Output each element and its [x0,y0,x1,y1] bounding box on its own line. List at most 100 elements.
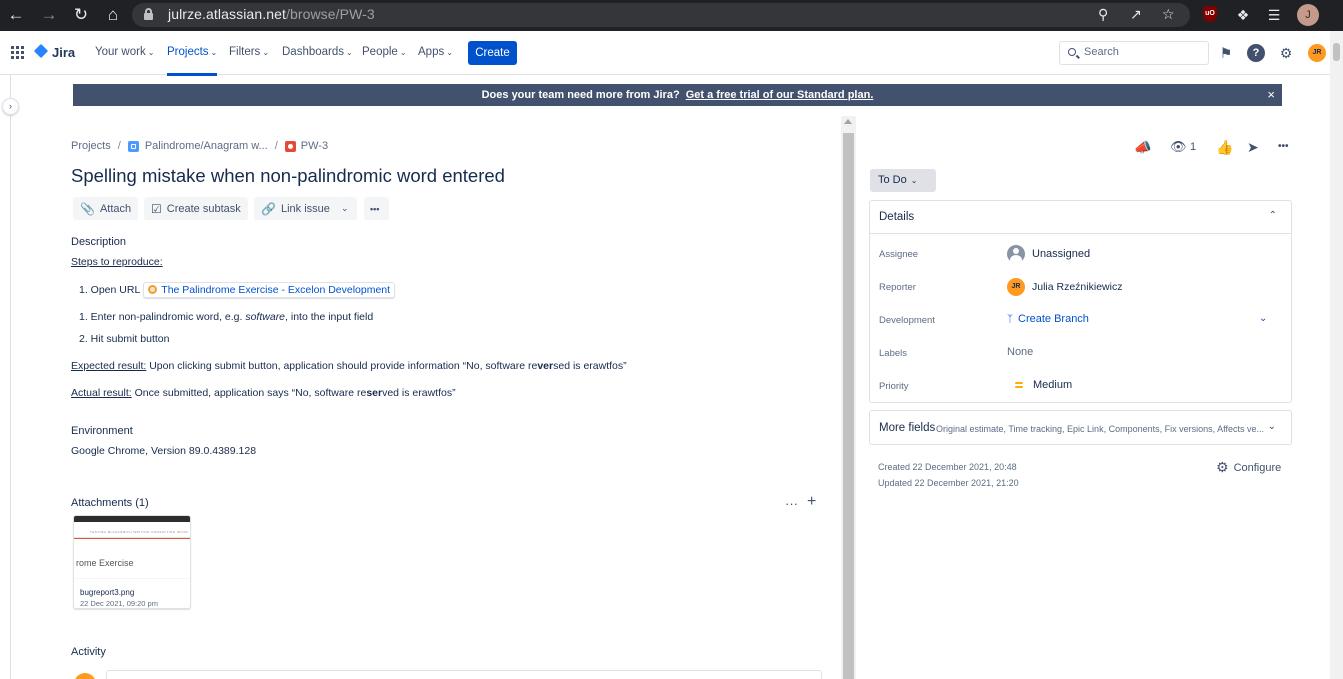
watch-eye-icon[interactable]: 👁 [1170,139,1187,155]
browser-profile-avatar[interactable]: J [1297,4,1319,26]
chevron-down-icon: ⌄ [341,203,349,213]
bookmark-star-icon[interactable]: ☆ [1162,6,1175,23]
user-avatar[interactable]: JR [1308,44,1326,62]
attachment-card[interactable]: TESTING BLACKSMITH WRITING CONSULTING WO… [73,515,191,609]
steps-heading: Steps to reproduce: [71,256,163,268]
activity-label: Activity [71,646,106,658]
attachments-label: Attachments (1) [71,497,149,509]
labels-label: Labels [879,348,907,359]
scroll-up-arrow-icon [844,119,852,124]
sidebar-divider [10,75,11,679]
attachment-date: 22 Dec 2021, 09:20 pm [80,599,158,608]
search-input[interactable] [1084,46,1204,58]
priority-value[interactable]: Medium [1007,379,1072,391]
nav-filters[interactable]: Filters ⌄ [229,46,269,58]
details-header[interactable]: Details ⌃ [870,201,1291,234]
close-icon[interactable]: × [1267,84,1275,106]
assignee-label: Assignee [879,249,919,260]
nav-apps[interactable]: Apps ⌄ [418,46,453,58]
nav-your-work[interactable]: Your work ⌄ [95,46,154,58]
app-switcher-icon[interactable] [11,46,24,59]
project-icon [127,140,139,152]
actual-result: Actual result: Once submitted, applicati… [71,387,456,399]
chevron-down-icon: ⌄ [1267,421,1276,432]
nav-projects[interactable]: Projects ⌄ [167,46,218,76]
gear-icon: ⚙ [1216,459,1229,475]
updated-date: Updated 22 December 2021, 21:20 [878,478,1019,488]
link-issue-dropdown[interactable]: ⌄ [335,197,357,220]
search-field[interactable] [1059,41,1209,65]
palindrome-exercise-link[interactable]: The Palindrome Exercise - Excelon Develo… [143,282,396,298]
step-submit: 2. Hit submit button [79,333,170,345]
environment-label: Environment [71,425,133,437]
reload-icon[interactable]: ↻ [69,4,93,26]
settings-gear-icon[interactable]: ⚙ [1277,44,1295,62]
status-dropdown[interactable]: To Do ⌄ [870,169,936,192]
url-text[interactable]: julrze.atlassian.net/browse/PW-3 [168,6,375,22]
environment-value[interactable]: Google Chrome, Version 89.0.4389.128 [71,445,256,457]
more-actions-button[interactable]: ••• [364,197,389,220]
address-bar[interactable]: julrze.atlassian.net/browse/PW-3 ⚲ ↗ ☆ [132,3,1190,27]
feedback-megaphone-icon[interactable]: 📣 [1134,139,1151,155]
extensions-puzzle-icon[interactable]: ❖ [1232,4,1254,26]
create-button[interactable]: Create [468,41,517,65]
attachment-filename: bugreport3.png [80,588,135,597]
media-queue-icon[interactable]: ☰ [1263,4,1285,26]
step-enter-word: 1. Enter non-palindromic word, e.g. soft… [79,311,374,323]
watch-count[interactable]: 1 [1190,141,1196,153]
branch-icon: ᛉ [1007,313,1013,325]
reporter-value[interactable]: JR Julia Rzeźnikiewicz [1007,278,1122,296]
jira-logo[interactable]: Jira [34,45,75,60]
expected-result: Expected result: Upon clicking submit bu… [71,360,627,372]
chevron-down-icon: ⌄ [399,48,407,57]
assignee-value[interactable]: Unassigned [1007,245,1090,263]
breadcrumb-project[interactable]: Palindrome/Anagram w... [145,140,268,152]
add-attachment-icon[interactable]: + [807,493,816,511]
page-scrollbar[interactable] [1330,31,1343,679]
development-chevron-down-icon[interactable]: ⌄ [1259,313,1267,324]
expand-sidebar-chevron-icon[interactable]: › [2,98,19,115]
nav-people[interactable]: People ⌄ [362,46,407,58]
labels-value[interactable]: None [1007,346,1033,358]
forward-arrow-icon[interactable]: → [37,4,61,26]
breadcrumb-issue-key[interactable]: PW-3 [301,140,328,152]
help-icon[interactable]: ? [1247,44,1265,62]
jira-top-navigation: Jira Your work ⌄ Projects ⌄ Filters ⌄ Dashb… [0,31,1330,76]
nav-dashboards[interactable]: Dashboards ⌄ [282,46,353,58]
medium-priority-icon [1013,381,1025,389]
chevron-down-icon: ⌄ [446,48,453,57]
chevron-down-icon: ⌄ [210,48,218,57]
breadcrumb-projects[interactable]: Projects [71,140,111,152]
back-arrow-icon[interactable]: ← [4,4,28,26]
configure-button[interactable]: ⚙ Configure [1216,459,1281,476]
chevron-down-icon: ⌄ [262,48,270,57]
chevron-up-icon: ⌃ [1268,210,1277,221]
more-fields-panel[interactable]: More fields Original estimate, Time trac… [869,410,1292,445]
create-subtask-button[interactable]: ☑ Create subtask [144,197,248,220]
browser-toolbar: ← → ↻ ⌂ julrze.atlassian.net/browse/PW-3… [0,0,1343,31]
share-icon[interactable]: ↗ [1130,6,1142,23]
notifications-bell-icon[interactable]: ⚑ [1217,44,1235,62]
link-issue-button[interactable]: 🔗 Link issue [254,197,337,220]
more-icon[interactable]: ••• [1278,139,1289,155]
bug-issue-type-icon [284,140,296,152]
chevron-down-icon: ⌄ [147,48,155,57]
issue-title[interactable]: Spelling mistake when non-palindromic wo… [71,165,505,187]
free-trial-link[interactable]: Get a free trial of our Standard plan. [686,89,874,101]
create-branch-link[interactable]: ᛉ Create Branch [1007,313,1089,325]
reporter-avatar: JR [1007,278,1025,296]
zoom-icon[interactable]: ⚲ [1098,6,1108,23]
share-icon[interactable]: ➤ [1247,139,1259,155]
attachments-more-icon[interactable]: ··· [785,496,798,511]
details-panel: Details ⌃ Assignee Unassigned Reporter J… [869,200,1292,403]
upgrade-banner: Does your team need more from Jira? Get … [73,84,1282,106]
attach-button[interactable]: 📎 Attach [73,197,139,220]
site-favicon-icon [148,285,158,294]
thumbs-up-icon[interactable]: 👍 [1216,139,1233,155]
add-comment-input[interactable] [106,670,822,679]
ublock-extension-icon[interactable]: uO [1203,6,1217,22]
home-icon[interactable]: ⌂ [101,4,125,26]
content-scrollbar[interactable] [841,116,856,679]
jira-mark-icon [34,46,48,60]
lock-icon [144,8,153,20]
